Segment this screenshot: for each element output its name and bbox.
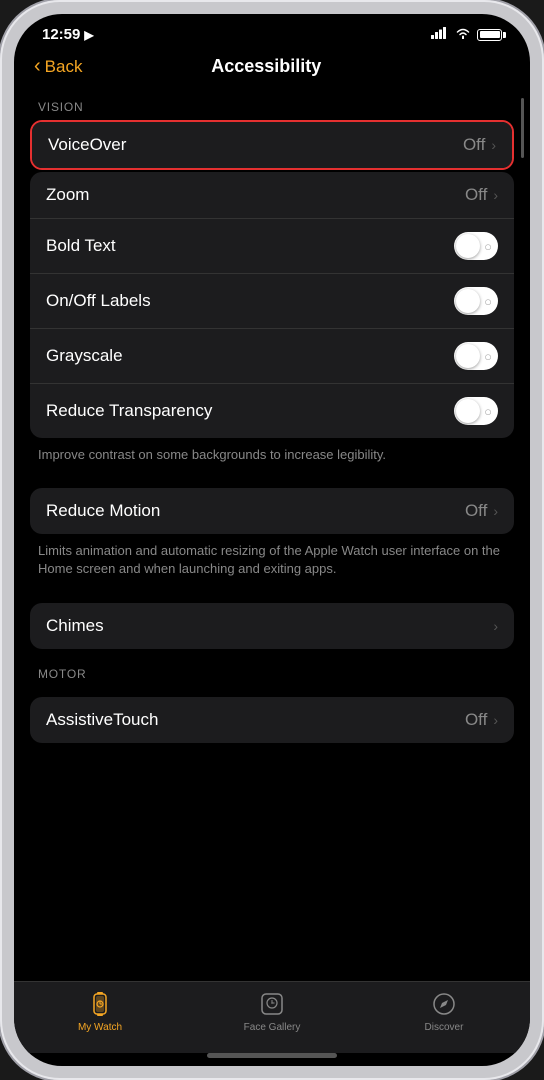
battery-fill [480, 31, 500, 38]
reduce-transparency-label: Reduce Transparency [46, 401, 212, 421]
on-off-toggle-switch[interactable]: ○ [454, 287, 498, 315]
reduce-transparency-row[interactable]: Reduce Transparency ○ [30, 384, 514, 438]
battery-icon [477, 29, 502, 41]
tab-my-watch[interactable]: My Watch [14, 990, 186, 1033]
home-indicator [207, 1053, 337, 1058]
assistive-touch-group: AssistiveTouch Off › [30, 697, 514, 743]
on-off-labels-label: On/Off Labels [46, 291, 151, 311]
bold-text-row[interactable]: Bold Text ○ [30, 219, 514, 274]
zoom-group: Zoom Off › Bold Text ○ [30, 172, 514, 438]
assistive-touch-label: AssistiveTouch [46, 710, 158, 730]
face-gallery-icon [258, 990, 286, 1018]
scroll-area[interactable]: VISION VoiceOver Off › Zoom Off › [14, 88, 530, 981]
discover-tab-label: Discover [425, 1022, 464, 1033]
bold-text-label: Bold Text [46, 236, 116, 256]
motor-section-label: MOTOR [30, 649, 514, 687]
face-gallery-tab-label: Face Gallery [244, 1022, 301, 1033]
phone-frame: 12:59 ▶ [0, 0, 544, 1080]
time-display: 12:59 [42, 26, 80, 43]
toggle-knob-4 [456, 399, 480, 423]
on-off-labels-row[interactable]: On/Off Labels ○ [30, 274, 514, 329]
zoom-row[interactable]: Zoom Off › [30, 172, 514, 219]
bold-text-toggle-switch[interactable]: ○ [454, 232, 498, 260]
reduce-transparency-desc: Improve contrast on some backgrounds to … [30, 438, 514, 478]
nav-bar: ‹ Back Accessibility [14, 49, 530, 88]
zoom-chevron-icon: › [493, 187, 498, 203]
voiceover-chevron-icon: › [491, 137, 496, 153]
my-watch-tab-label: My Watch [78, 1022, 122, 1033]
tab-face-gallery[interactable]: Face Gallery [186, 990, 358, 1033]
reduce-motion-desc: Limits animation and automatic resizing … [30, 534, 514, 592]
grayscale-label: Grayscale [46, 346, 123, 366]
back-button[interactable]: ‹ Back [34, 55, 82, 78]
chimes-chevron-icon: › [493, 618, 498, 634]
toggle-knob [456, 234, 480, 258]
chimes-label: Chimes [46, 616, 104, 636]
notch [202, 14, 342, 42]
reduce-motion-label: Reduce Motion [46, 501, 160, 521]
zoom-label: Zoom [46, 185, 89, 205]
reduce-motion-value-text: Off [465, 501, 487, 521]
toggle-off-indicator: ○ [484, 239, 492, 254]
my-watch-icon [86, 990, 114, 1018]
signal-icon [431, 26, 449, 43]
tab-discover[interactable]: Discover [358, 990, 530, 1033]
phone-screen: 12:59 ▶ [14, 14, 530, 1066]
toggle-off-indicator-3: ○ [484, 349, 492, 364]
scroll-indicator [521, 98, 524, 158]
chimes-row[interactable]: Chimes › [30, 603, 514, 649]
voiceover-value-text: Off [463, 135, 485, 155]
voiceover-label: VoiceOver [48, 135, 126, 155]
reduce-motion-group: Reduce Motion Off › [30, 488, 514, 534]
back-label: Back [45, 57, 83, 77]
assistive-touch-value: Off › [465, 710, 498, 730]
grayscale-row[interactable]: Grayscale ○ [30, 329, 514, 384]
status-left: 12:59 ▶ [42, 26, 94, 43]
location-icon: ▶ [84, 28, 93, 42]
zoom-value: Off › [465, 185, 498, 205]
wifi-icon [455, 26, 471, 43]
assistive-touch-row[interactable]: AssistiveTouch Off › [30, 697, 514, 743]
vision-section-label: VISION [30, 88, 514, 120]
reduce-motion-value: Off › [465, 501, 498, 521]
assistive-touch-value-text: Off [465, 710, 487, 730]
reduce-transparency-toggle[interactable]: ○ [454, 397, 498, 425]
grayscale-toggle-switch[interactable]: ○ [454, 342, 498, 370]
toggle-knob-3 [456, 344, 480, 368]
chimes-group: Chimes › [30, 603, 514, 649]
back-chevron-icon: ‹ [34, 55, 41, 78]
reduce-motion-chevron-icon: › [493, 503, 498, 519]
zoom-value-text: Off [465, 185, 487, 205]
voiceover-value: Off › [463, 135, 496, 155]
grayscale-toggle[interactable]: ○ [454, 342, 498, 370]
reduce-motion-row[interactable]: Reduce Motion Off › [30, 488, 514, 534]
toggle-off-indicator-4: ○ [484, 404, 492, 419]
voiceover-highlight-border: VoiceOver Off › [30, 120, 514, 170]
voiceover-row[interactable]: VoiceOver Off › [32, 122, 512, 168]
discover-icon [430, 990, 458, 1018]
on-off-labels-toggle[interactable]: ○ [454, 287, 498, 315]
bold-text-toggle[interactable]: ○ [454, 232, 498, 260]
page-title: Accessibility [82, 56, 450, 77]
chimes-value: › [493, 618, 498, 634]
toggle-off-indicator-2: ○ [484, 294, 492, 309]
reduce-transparency-toggle-switch[interactable]: ○ [454, 397, 498, 425]
toggle-knob-2 [456, 289, 480, 313]
assistive-touch-chevron-icon: › [493, 712, 498, 728]
tab-bar: My Watch Face Gallery [14, 981, 530, 1053]
status-right [431, 26, 502, 43]
